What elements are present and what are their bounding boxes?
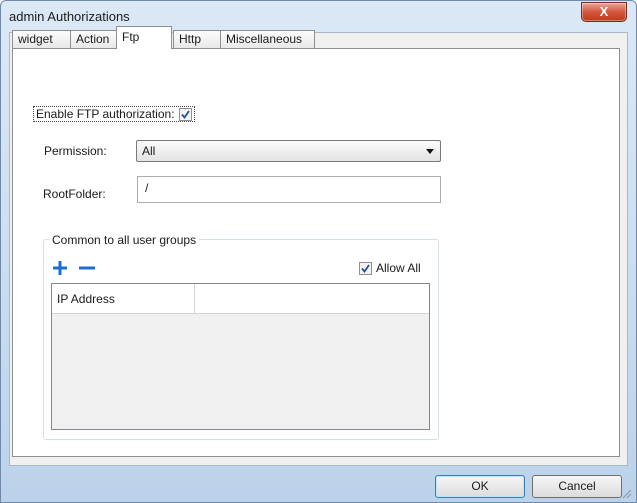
enable-ftp-row[interactable]: Enable FTP authorization: [33,106,195,122]
check-icon [180,109,190,119]
tab-http[interactable]: Http [173,30,221,48]
allow-all-checkbox[interactable] [359,261,372,275]
ip-address-table[interactable]: IP Address [51,283,430,430]
ok-button[interactable]: OK [435,475,525,498]
rootfolder-label: RootFolder: [43,187,106,201]
column-header-ip-address[interactable]: IP Address [52,284,195,314]
minus-icon[interactable] [79,261,95,275]
tab-action[interactable]: Action [70,30,117,48]
title-bar[interactable]: admin Authorizations X [1,1,636,33]
chevron-down-icon [426,149,434,154]
allow-all-label: Allow All [376,261,421,275]
permission-select[interactable]: All [136,140,441,162]
window-title: admin Authorizations [9,9,130,24]
tab-widget[interactable]: widget [12,30,71,48]
rootfolder-value: / [145,181,149,195]
plus-icon[interactable] [53,261,67,275]
group-title: Common to all user groups [49,233,200,247]
allow-all-toggle[interactable]: Allow All [359,261,421,275]
rootfolder-input[interactable]: / [137,176,441,203]
permission-value: All [142,144,156,158]
tab-miscellaneous[interactable]: Miscellaneous [220,30,315,48]
enable-ftp-checkbox[interactable] [178,107,192,121]
tab-ftp[interactable]: Ftp [116,26,172,49]
enable-ftp-label: Enable FTP authorization: [36,107,175,121]
resize-grip-icon[interactable] [620,487,632,499]
close-icon: X [599,4,609,19]
close-button[interactable]: X [581,2,627,22]
column-header-empty[interactable] [195,284,429,314]
dialog-window: admin Authorizations X widget Action Ftp… [0,0,637,503]
cancel-button[interactable]: Cancel [532,475,622,498]
check-icon [361,263,370,273]
permission-label: Permission: [44,144,107,158]
table-header: IP Address [52,284,429,314]
